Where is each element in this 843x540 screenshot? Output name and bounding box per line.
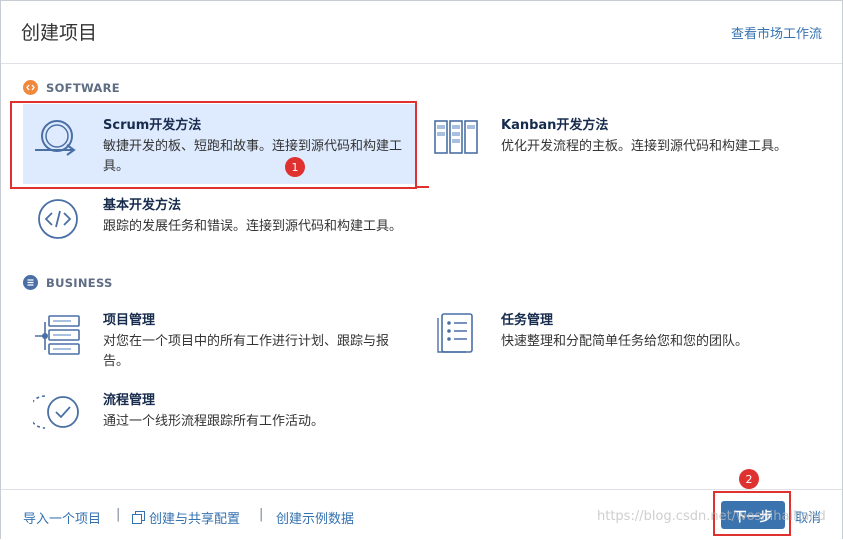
card-description: 快速整理和分配简单任务给您和您的团队。 <box>501 334 749 349</box>
create-shared-config-link[interactable]: 创建与共享配置 <box>132 508 240 527</box>
scrum-cycle-icon <box>33 117 83 167</box>
template-card-process-management[interactable]: 流程管理 通过一个线形流程跟踪所有工作活动。 <box>23 386 415 446</box>
card-description: 对您在一个项目中的所有工作进行计划、跟踪与报告。 <box>103 334 390 369</box>
separator: | <box>116 507 121 522</box>
import-project-link[interactable]: 导入一个项目 <box>23 508 101 527</box>
annotation-underline <box>415 186 429 188</box>
dialog-header: 创建项目 查看市场工作流 <box>1 1 842 64</box>
template-card-project-management[interactable]: 项目管理 对您在一个项目中的所有工作进行计划、跟踪与报告。 <box>23 306 415 372</box>
copy-icon <box>132 511 145 524</box>
kanban-board-icon <box>431 117 481 167</box>
template-card-basic[interactable]: 基本开发方法 跟踪的发展任务和错误。连接到源代码和构建工具。 <box>23 191 415 257</box>
create-project-dialog: 创建项目 查看市场工作流 SOFTWARE Scrum开发方法 敏捷开发的板、短… <box>0 0 843 540</box>
card-description: 敏捷开发的板、短跑和故事。连接到源代码和构建工具。 <box>103 139 403 174</box>
list-lines-icon <box>23 275 38 290</box>
card-name: 项目管理 <box>103 313 156 328</box>
card-description: 通过一个线形流程跟踪所有工作活动。 <box>103 414 325 429</box>
marketplace-workflows-link[interactable]: 查看市场工作流 <box>731 23 822 42</box>
card-name: 基本开发方法 <box>103 198 182 213</box>
template-card-task-management[interactable]: 任务管理 快速整理和分配简单任务给您和您的团队。 <box>421 306 821 372</box>
card-description: 跟踪的发展任务和错误。连接到源代码和构建工具。 <box>103 219 403 234</box>
section-label-business: BUSINESS <box>23 275 113 290</box>
code-brackets-icon <box>33 197 83 247</box>
create-shared-config-label: 创建与共享配置 <box>149 512 241 527</box>
code-tag-icon <box>23 80 38 95</box>
annotation-number-1: 1 <box>285 157 305 177</box>
dialog-title: 创建项目 <box>21 22 98 44</box>
separator: | <box>259 507 264 522</box>
template-card-kanban[interactable]: Kanban开发方法 优化开发流程的主板。连接到源代码和构建工具。 <box>421 104 821 184</box>
task-checklist-icon <box>431 312 481 362</box>
template-card-scrum[interactable]: Scrum开发方法 敏捷开发的板、短跑和故事。连接到源代码和构建工具。 <box>23 104 415 184</box>
section-title: BUSINESS <box>46 275 113 290</box>
card-description: 优化开发流程的主板。连接到源代码和构建工具。 <box>501 139 788 154</box>
create-sample-data-link[interactable]: 创建示例数据 <box>276 508 354 527</box>
card-name: 流程管理 <box>103 393 156 408</box>
process-check-icon <box>33 392 83 442</box>
card-name: Scrum开发方法 <box>103 118 202 133</box>
section-label-software: SOFTWARE <box>23 80 120 95</box>
section-title: SOFTWARE <box>46 80 120 95</box>
project-list-icon <box>33 312 83 362</box>
annotation-number-2: 2 <box>739 469 759 489</box>
dialog-footer: 导入一个项目 | 创建与共享配置 | 创建示例数据 下一步 取消 <box>1 489 842 540</box>
card-name: Kanban开发方法 <box>501 118 609 133</box>
next-button[interactable]: 下一步 <box>721 501 785 529</box>
card-name: 任务管理 <box>501 313 554 328</box>
cancel-link[interactable]: 取消 <box>795 507 821 526</box>
